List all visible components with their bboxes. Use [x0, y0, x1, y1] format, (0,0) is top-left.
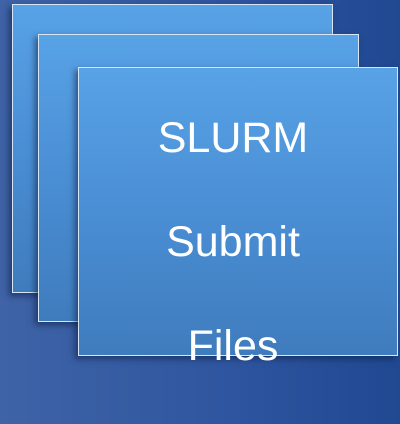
stack-label-line-2: Submit: [166, 218, 300, 266]
stack-label-line-1: SLURM: [157, 114, 309, 162]
stack-label-line-3: Files: [187, 322, 279, 370]
stack-label: SLURM Submit Files: [148, 60, 318, 424]
slide-canvas: { "diagram": { "stack_label_lines": ["SL…: [0, 0, 400, 370]
